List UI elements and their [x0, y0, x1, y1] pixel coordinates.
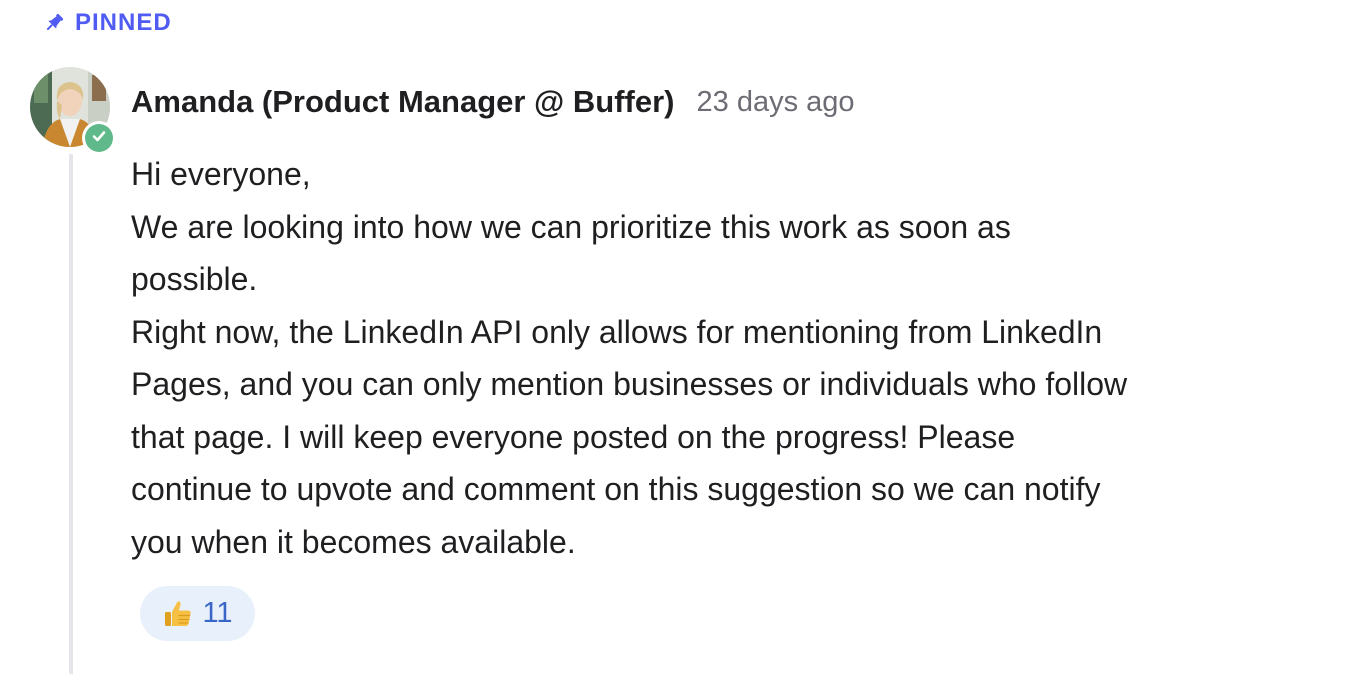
- comment-line: Right now, the LinkedIn API only allows …: [131, 313, 1103, 350]
- reaction-count: 11: [202, 597, 233, 629]
- author-avatar[interactable]: [30, 67, 116, 155]
- comment-line: continue to upvote and comment on this s…: [131, 471, 1101, 507]
- comment-body: Hi everyone, We are looking into how we …: [131, 148, 1331, 568]
- author-name[interactable]: Amanda (Product Manager @ Buffer): [131, 84, 675, 120]
- comment-line: possible.: [131, 261, 258, 297]
- pin-icon: [42, 11, 66, 35]
- checkmark-icon: [90, 127, 108, 150]
- thumbs-up-icon: [162, 598, 194, 630]
- comment-line: Hi everyone,: [131, 156, 311, 192]
- pinned-indicator: PINNED: [42, 9, 172, 36]
- thumbs-up-reaction-button[interactable]: 11: [140, 586, 255, 641]
- comment-line: We are looking into how we can prioritiz…: [131, 208, 1011, 245]
- pinned-label: PINNED: [75, 9, 172, 36]
- thread-line: [69, 154, 73, 674]
- comment-line: you when it becomes available.: [131, 523, 576, 560]
- comment-line: that page. I will keep everyone posted o…: [131, 418, 1016, 455]
- comment-line: Pages, and you can only mention business…: [131, 366, 1128, 402]
- comment-header: Amanda (Product Manager @ Buffer) 23 day…: [131, 82, 855, 122]
- verified-badge: [82, 121, 116, 155]
- comment-timestamp[interactable]: 23 days ago: [697, 86, 855, 119]
